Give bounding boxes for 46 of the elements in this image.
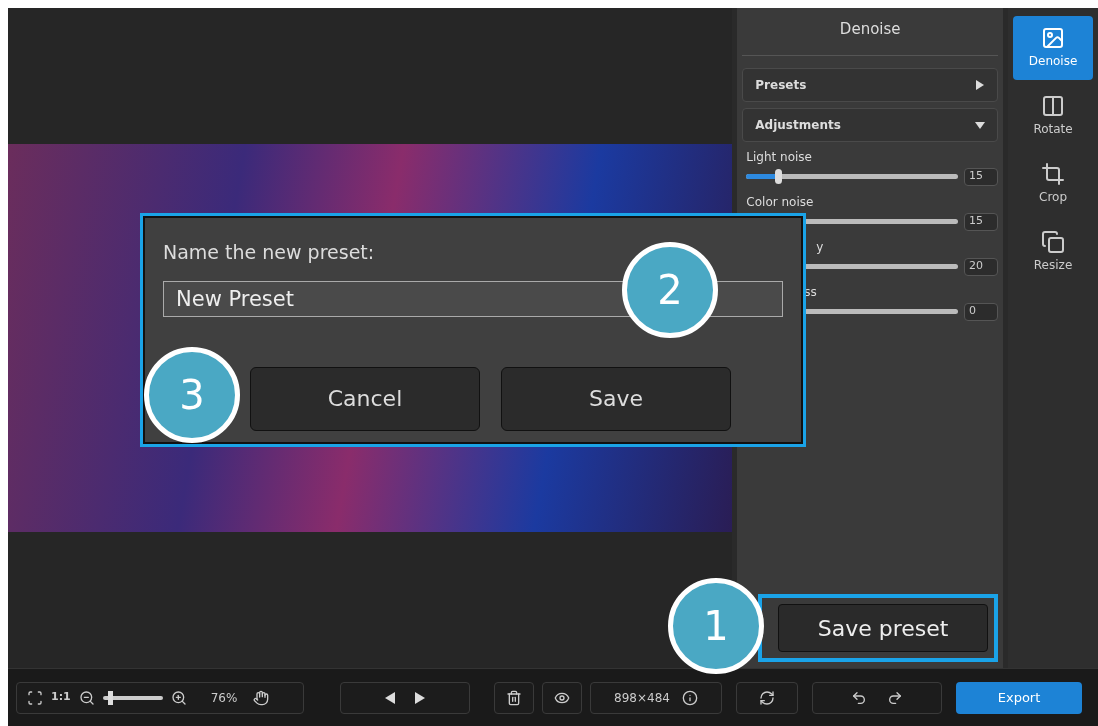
resize-icon [1041, 230, 1066, 254]
slider-label: y [815, 238, 825, 256]
panel-icon [1041, 94, 1066, 118]
value-field[interactable]: 15 [964, 212, 999, 231]
refresh-icon [759, 689, 775, 706]
tool-button[interactable]: Denoise [1013, 16, 1094, 80]
zoom-in-icon[interactable] [170, 689, 187, 706]
save-preset-button[interactable]: Save preset [778, 604, 989, 652]
value-field[interactable]: 20 [964, 257, 999, 276]
zoom-out-icon[interactable] [78, 689, 95, 706]
section-header[interactable]: Presets [742, 67, 999, 102]
delete-button[interactable] [494, 681, 534, 714]
value-field[interactable]: 0 [964, 302, 999, 321]
down-triangle-icon [975, 119, 986, 130]
slider-label: Light noise [746, 148, 813, 166]
panel-title: Denoise [742, 8, 999, 56]
value-field[interactable]: 15 [964, 167, 999, 186]
trash-icon [506, 689, 522, 706]
tool-button[interactable]: Crop [1013, 152, 1094, 216]
tool-button[interactable]: Rotate [1013, 84, 1094, 148]
right-triangle-icon [415, 691, 425, 704]
slider-thumb[interactable] [775, 169, 783, 184]
slider-label: Color noise [746, 193, 815, 211]
slider[interactable] [746, 169, 959, 184]
zoom-reading: 76% [210, 689, 238, 707]
crop-icon [1041, 162, 1066, 186]
hand-icon[interactable] [253, 689, 270, 706]
preview-button[interactable] [542, 681, 582, 714]
reset-button[interactable] [736, 681, 798, 714]
image-dimensions: 898×484 [614, 689, 670, 707]
actual-size-button[interactable]: 1:1 [51, 689, 71, 706]
left-triangle-icon [385, 691, 395, 704]
dialog-prompt: Name the new preset: [163, 240, 376, 265]
tool-button[interactable]: Resize [1013, 220, 1094, 284]
info-icon[interactable] [681, 689, 698, 706]
image-icon [1041, 26, 1066, 50]
undo-icon [851, 689, 867, 706]
section-header[interactable]: Adjustments [742, 107, 999, 142]
redo-icon [887, 689, 903, 706]
dialog-button[interactable]: Cancel [250, 366, 480, 431]
export-button[interactable]: Export [956, 681, 1082, 714]
zoom-thumb[interactable] [107, 690, 113, 705]
dialog-button[interactable]: Save [501, 366, 731, 431]
fit-screen-icon[interactable] [27, 689, 43, 706]
right-triangle-icon [975, 79, 986, 90]
zoom-slider[interactable] [102, 690, 163, 705]
